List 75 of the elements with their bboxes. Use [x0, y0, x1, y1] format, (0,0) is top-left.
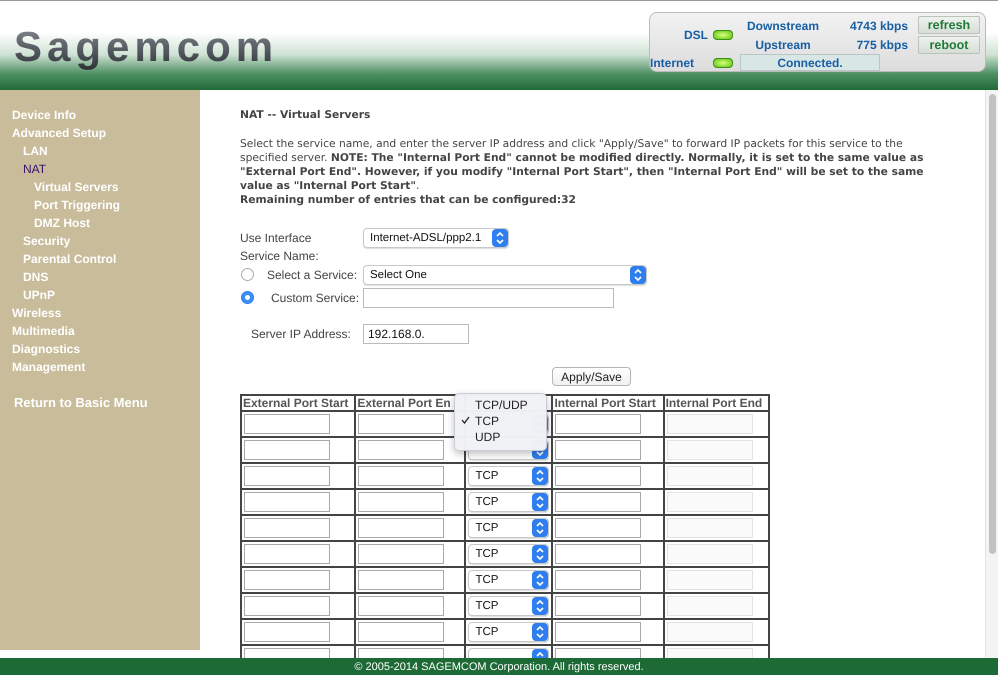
port-field[interactable]: [358, 622, 444, 642]
protocol-dropdown[interactable]: TCP: [468, 570, 550, 590]
port-field[interactable]: [555, 596, 642, 616]
port-field[interactable]: [358, 414, 444, 434]
menu-option[interactable]: TCP: [455, 413, 499, 429]
chevron-icon: [532, 597, 548, 615]
protocol-dropdown[interactable]: TCP: [468, 622, 550, 642]
port-field[interactable]: [555, 492, 642, 512]
port-field[interactable]: [358, 492, 444, 512]
port-field[interactable]: [244, 570, 330, 590]
chevron-icon: [532, 467, 548, 485]
chevron-icon: [532, 493, 548, 511]
scrollbar-thumb[interactable]: [988, 94, 996, 554]
custom-service-field[interactable]: [363, 288, 614, 308]
page-title: NAT -- Virtual Servers: [240, 108, 372, 121]
field-label: Service Name:: [240, 249, 319, 263]
port-field[interactable]: [555, 518, 642, 538]
port-field[interactable]: [358, 440, 444, 460]
remaining-entries-text: Remaining number of entries that can be configured:32: [240, 193, 577, 207]
port-field[interactable]: [358, 544, 444, 564]
column-header: Internal Port End: [664, 395, 769, 411]
chevron-icon: [630, 266, 646, 284]
chevron-icon: [532, 571, 548, 589]
field-label: Server IP Address:: [250, 326, 352, 340]
rate-value: 775 kbps: [856, 38, 908, 52]
port-field[interactable]: [244, 544, 330, 564]
port-field[interactable]: [358, 596, 444, 616]
description-text: Select the service name, and enter the server IP address and click "Apply/Save" to forward IP packets for this service to the specified server. NOTE: The "Internal Port End" cannot be modified directly. Normally, it is set to the same value as "External Port End". However, if you modify "Internal Port Start", then "Internal Port End" will be set to the same value as "Internal Port Start".: [240, 137, 925, 193]
panel-button[interactable]: reboot: [918, 36, 980, 54]
port-field[interactable]: [358, 570, 444, 590]
status-label: DSL: [683, 27, 708, 44]
port-field[interactable]: [358, 518, 444, 538]
port-field[interactable]: [244, 596, 330, 616]
protocol-dropdown[interactable]: TCP: [468, 596, 550, 616]
field-label: Use Interface: [240, 230, 312, 244]
panel-button[interactable]: refresh: [918, 16, 980, 34]
port-field[interactable]: [555, 466, 642, 486]
protocol-dropdown[interactable]: TCP: [468, 466, 550, 486]
rate-label: Upstream: [755, 38, 811, 52]
menu-option[interactable]: UDP: [455, 429, 500, 445]
rate-label: Downstream: [746, 18, 820, 32]
port-field[interactable]: [244, 414, 330, 434]
port-field[interactable]: [555, 544, 642, 564]
rate-value: 4743 kbps: [850, 18, 908, 32]
port-field[interactable]: [244, 518, 330, 538]
radio-label: Select a Service:: [267, 268, 358, 282]
radio-button[interactable]: [241, 291, 254, 304]
protocol-dropdown[interactable]: TCP: [468, 492, 550, 512]
column-header: External Port Start: [241, 395, 356, 411]
column-header: Internal Port Start: [552, 395, 664, 411]
port-field[interactable]: [555, 622, 642, 642]
copyright-text: © 2005-2014 SAGEMCOM Corporation. All rights reserved.: [354, 660, 644, 672]
port-field[interactable]: [555, 414, 642, 434]
protocol-dropdown[interactable]: TCP: [468, 544, 550, 564]
port-field[interactable]: [244, 622, 330, 642]
connection-status: Connected.: [740, 54, 880, 71]
port-field[interactable]: [358, 466, 444, 486]
status-label: Internet: [650, 55, 696, 72]
port-field[interactable]: [244, 440, 330, 460]
chevron-icon: [532, 519, 548, 537]
protocol-dropdown[interactable]: TCP: [468, 518, 550, 538]
radio-button[interactable]: [241, 268, 254, 281]
port-field[interactable]: [555, 570, 642, 590]
chevron-icon: [532, 623, 548, 641]
chevron-icon: [492, 228, 508, 246]
chevron-icon: [532, 545, 548, 563]
ip-address-field[interactable]: 192.168.0.: [363, 324, 469, 344]
nav-link[interactable]: NAT: [23, 160, 46, 178]
port-field[interactable]: [244, 466, 330, 486]
service-dropdown[interactable]: Select One: [363, 264, 647, 284]
port-field[interactable]: [555, 440, 642, 460]
interface-dropdown[interactable]: Internet-ADSL/ppp2.1: [363, 228, 509, 248]
radio-label: Custom Service:: [270, 290, 360, 304]
apply-save-button[interactable]: Apply/Save: [552, 367, 631, 386]
port-field[interactable]: [244, 492, 330, 512]
